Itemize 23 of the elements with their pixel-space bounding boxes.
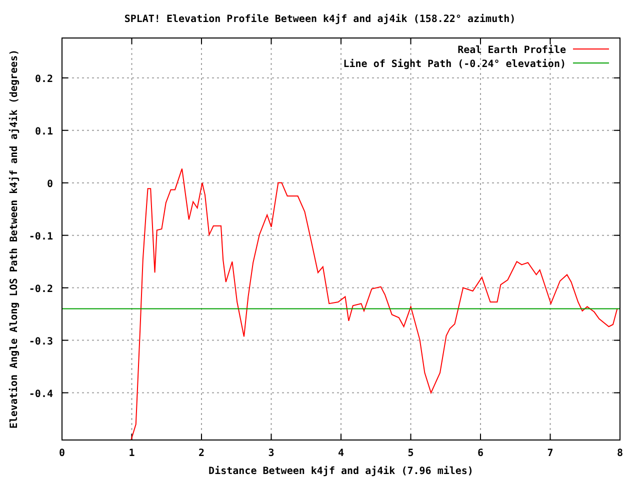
tick-label: -0.4	[28, 388, 53, 400]
tick-label: 6	[477, 448, 484, 459]
tick-label: -0.3	[28, 336, 53, 348]
tick-label: 0	[46, 178, 53, 190]
tick-label: 0.2	[34, 74, 53, 85]
tick-label: 0.1	[34, 126, 53, 138]
legend-line	[572, 48, 610, 50]
tick-label: 2	[198, 448, 205, 459]
tick-label: 7	[547, 448, 554, 459]
axis-label: Elevation Angle Along LOS Path Between k4jf and aj4ik (degrees)	[9, 49, 20, 429]
legend-label: Line of Sight Path (-0.24° elevation)	[343, 59, 566, 70]
tick-label: -0.2	[28, 284, 53, 295]
tick-label: 5	[408, 448, 414, 459]
tick-label: -0.1	[28, 231, 53, 242]
legend-line	[572, 62, 610, 64]
tick-label: 8	[616, 448, 624, 459]
tick-label: 1	[128, 448, 135, 459]
tick-label: 3	[268, 448, 274, 459]
tick-label: 4	[338, 448, 344, 459]
tick-label: 0	[58, 448, 66, 459]
axis-label: Distance Between k4jf and aj4ik (7.96 miles)	[208, 466, 474, 477]
legend-label: Real Earth Profile	[458, 45, 566, 56]
chart-title: SPLAT! Elevation Profile Between k4jf and aj4ik (158.22° azimuth)	[124, 14, 516, 25]
